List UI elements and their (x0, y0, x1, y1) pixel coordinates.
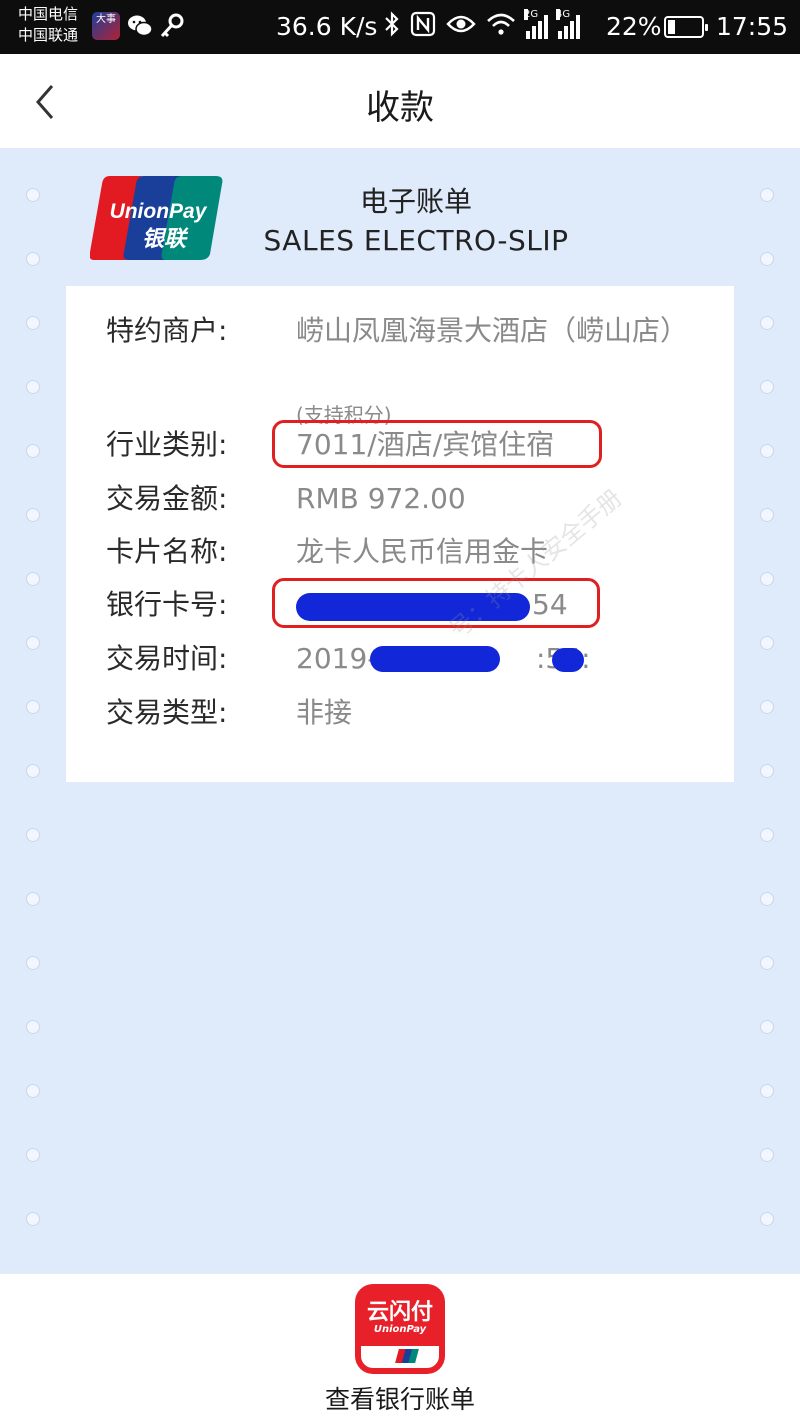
view-bank-statement-link[interactable]: 查看银行账单 (0, 1380, 800, 1416)
perforation-hole (760, 188, 774, 202)
bluetooth-icon (384, 11, 400, 43)
status-icons: 2G 4G (384, 9, 580, 43)
perforation-hole (26, 188, 40, 202)
perforation-hole (760, 1084, 774, 1098)
key-icon (158, 12, 186, 40)
perforation-hole (760, 828, 774, 842)
carrier-1: 中国电信 (18, 5, 79, 23)
perforation-hole (760, 956, 774, 970)
battery-icon (664, 16, 708, 38)
perforation-hole (26, 1212, 40, 1226)
field-label: 交易时间: (106, 642, 228, 675)
field-value: RMB 972.00 (296, 482, 466, 515)
bottom-bar: 云闪付 UnionPay 查看银行账单 (0, 1274, 800, 1422)
highlight-card-number (272, 578, 600, 628)
perforation-hole (26, 956, 40, 970)
yunshanfu-sub-text: UnionPay (373, 1324, 427, 1335)
perforation-hole (26, 572, 40, 586)
perforation-hole (26, 1020, 40, 1034)
eye-icon (446, 13, 476, 41)
field-label: 特约商户: (106, 314, 228, 347)
field-value: 崂山凤凰海景大酒店（崂山店） (296, 314, 689, 347)
sales-slip: UnionPay 银联 电子账单 SALES ELECTRO-SLIP 特约商户… (0, 148, 800, 1274)
signal-4g-tag: 4G (556, 9, 571, 20)
net-speed: 36.6 K/s (276, 12, 378, 41)
field-value-prefix: 2019- (296, 642, 378, 675)
signal-4g-icon: 4G (556, 9, 580, 39)
perforation-hole (760, 892, 774, 906)
perforation-hole (26, 636, 40, 650)
battery-percent: 22% (606, 12, 662, 41)
field-label: 交易类型: (106, 696, 228, 729)
wechat-icon (126, 12, 154, 40)
redaction-mark (552, 648, 584, 672)
yunshanfu-text: 云闪付 (366, 1300, 433, 1325)
perforation-hole (26, 892, 40, 906)
redaction-mark (370, 646, 500, 672)
perforation-hole (760, 380, 774, 394)
slip-title-en: SALES ELECTRO-SLIP (263, 224, 569, 257)
perforation-hole (26, 764, 40, 778)
perforation-hole (760, 1020, 774, 1034)
unionpay-logo-cn: 银联 (142, 227, 189, 252)
perforation-hole (760, 316, 774, 330)
perforation-hole (760, 636, 774, 650)
battery-fill (668, 20, 675, 34)
news-app-icon: 大事 (92, 12, 120, 40)
perforation-hole (760, 572, 774, 586)
perforation-hole (26, 380, 40, 394)
perforation-hole (26, 700, 40, 714)
perforation-hole (760, 444, 774, 458)
perforation-hole (26, 828, 40, 842)
perforation-hole (760, 508, 774, 522)
perforation-hole (760, 252, 774, 266)
field-label: 卡片名称: (106, 535, 228, 568)
field-label: 交易金额: (106, 482, 228, 515)
perforation-hole (760, 764, 774, 778)
signal-2g-tag: 2G (524, 9, 539, 20)
highlight-industry (272, 420, 602, 468)
field-label: 行业类别: (106, 428, 228, 461)
perforation-hole (26, 1148, 40, 1162)
perforation-hole (760, 700, 774, 714)
perforation-hole (26, 1084, 40, 1098)
page-title: 收款 (366, 88, 434, 128)
clock: 17:55 (716, 12, 789, 41)
unionpay-mini-icon (395, 1349, 419, 1363)
field-label: 银行卡号: (106, 588, 228, 621)
carrier-names: 中国电信 中国联通 (18, 4, 78, 46)
perforation-hole (26, 316, 40, 330)
yunshanfu-card-plate (361, 1346, 439, 1368)
slip-title-cn: 电子账单 (359, 185, 472, 218)
status-bar: 中国电信 中国联通 大事 36.6 K/s 2G 4G 22% 17:55 (0, 0, 800, 54)
field-value: 非接 (296, 696, 353, 729)
perforation-hole (760, 1148, 774, 1162)
carrier-2: 中国联通 (18, 26, 79, 44)
nfc-icon (410, 11, 436, 43)
nav-bar: 收款 (0, 54, 800, 148)
perforation-hole (760, 1212, 774, 1226)
unionpay-logo: UnionPay 银联 (90, 176, 223, 260)
perforation-hole (26, 444, 40, 458)
signal-2g-icon: 2G (524, 9, 548, 39)
transaction-details: 特约商户: 崂山凤凰海景大酒店（崂山店） (支持积分) 行业类别: 7011/酒… (66, 286, 734, 782)
perforation-hole (26, 252, 40, 266)
news-app-text: 大事 (96, 14, 116, 25)
wifi-icon (486, 12, 516, 42)
perforation-hole (26, 508, 40, 522)
unionpay-logo-text: UnionPay (110, 200, 208, 223)
yunshanfu-app-icon[interactable]: 云闪付 UnionPay (355, 1284, 445, 1374)
